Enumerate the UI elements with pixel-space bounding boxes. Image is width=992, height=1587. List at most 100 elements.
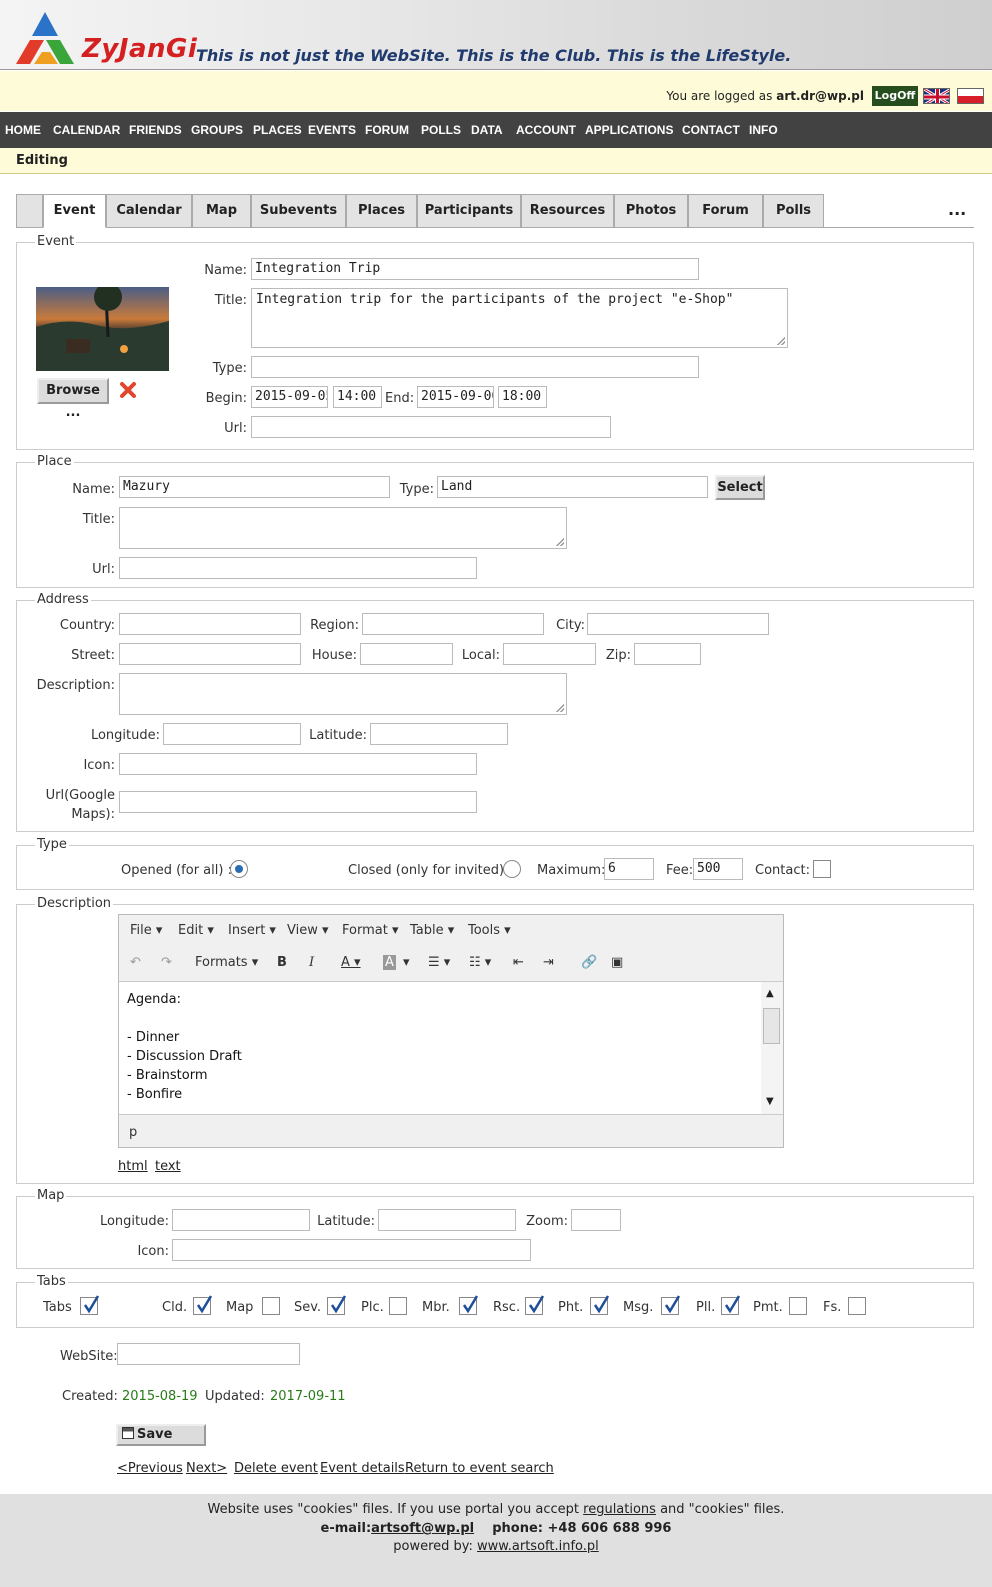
formats-dropdown[interactable]: Formats ▾ xyxy=(195,955,258,970)
menu-table[interactable]: Table ▾ xyxy=(410,923,454,938)
scroll-down-icon[interactable]: ▼ xyxy=(766,1096,774,1107)
address-latitude-input[interactable] xyxy=(370,723,508,745)
logoff-button[interactable]: LogOff xyxy=(872,86,918,106)
address-description-textarea[interactable] xyxy=(119,673,567,715)
address-icon-input[interactable] xyxy=(119,753,477,775)
map-latitude-input[interactable] xyxy=(378,1209,516,1231)
tab-places[interactable]: Places xyxy=(346,194,417,228)
tab-event[interactable]: Event xyxy=(43,194,106,228)
tab-toggle-checkbox-tabs[interactable] xyxy=(80,1295,100,1315)
resize-grip-icon[interactable] xyxy=(556,704,564,712)
place-url-input[interactable] xyxy=(119,557,477,579)
nav-data[interactable]: DATA xyxy=(471,112,503,148)
event-photo[interactable] xyxy=(36,287,169,371)
menu-view[interactable]: View ▾ xyxy=(287,923,329,938)
polish-flag-icon[interactable] xyxy=(957,88,984,104)
nav-forum[interactable]: FORUM xyxy=(365,112,409,148)
place-title-textarea[interactable] xyxy=(119,507,567,549)
nav-groups[interactable]: GROUPS xyxy=(191,112,243,148)
email-link[interactable]: artsoft@wp.pl xyxy=(371,1521,474,1536)
italic-icon[interactable]: I xyxy=(309,955,314,970)
tab-calendar[interactable]: Calendar xyxy=(106,194,192,228)
outdent-icon[interactable]: ⇤ xyxy=(513,955,524,970)
nav-events[interactable]: EVENTS xyxy=(308,112,356,148)
text-color-icon[interactable]: A ▾ xyxy=(341,955,361,970)
tab-toggle-checkbox-pll[interactable] xyxy=(721,1295,741,1315)
background-color-icon[interactable]: A xyxy=(383,955,396,970)
powered-link[interactable]: www.artsoft.info.pl xyxy=(477,1539,599,1554)
next-link[interactable]: Next> xyxy=(186,1461,227,1476)
nav-info[interactable]: INFO xyxy=(749,112,778,148)
google-maps-url-input[interactable] xyxy=(119,791,477,813)
tab-toggle-checkbox-pht[interactable] xyxy=(590,1295,610,1315)
tab-participants[interactable]: Participants xyxy=(417,194,521,228)
tab-toggle-checkbox-sev[interactable] xyxy=(327,1295,347,1315)
scroll-thumb[interactable] xyxy=(763,1008,780,1044)
tab-polls[interactable]: Polls xyxy=(763,194,824,228)
browse-button[interactable]: Browse ... xyxy=(37,378,109,420)
nav-places[interactable]: PLACES xyxy=(253,112,302,148)
map-longitude-input[interactable] xyxy=(172,1209,310,1231)
place-type-input[interactable]: Land xyxy=(437,476,708,498)
resize-grip-icon[interactable] xyxy=(777,337,785,345)
event-type-input[interactable] xyxy=(251,356,699,378)
editor-scrollbar[interactable]: ▲ ▼ xyxy=(761,981,783,1115)
nav-applications[interactable]: APPLICATIONS xyxy=(585,112,673,148)
tab-toggle-checkbox-plc[interactable] xyxy=(389,1297,407,1315)
event-title-textarea[interactable]: Integration trip for the participants of… xyxy=(251,288,788,348)
nav-home[interactable]: HOME xyxy=(5,112,41,148)
region-input[interactable] xyxy=(362,613,544,635)
bold-icon[interactable]: B xyxy=(277,955,287,970)
zip-input[interactable] xyxy=(634,643,701,665)
fee-input[interactable]: 500 xyxy=(693,858,743,880)
indent-icon[interactable]: ⇥ xyxy=(543,955,554,970)
nav-calendar[interactable]: CALENDAR xyxy=(53,112,120,148)
tabs-more-button[interactable]: ... xyxy=(948,200,966,219)
tab-resources[interactable]: Resources xyxy=(521,194,614,228)
menu-insert[interactable]: Insert ▾ xyxy=(228,923,276,938)
tab-photos[interactable]: Photos xyxy=(614,194,688,228)
previous-link[interactable]: <Previous xyxy=(117,1461,183,1476)
event-url-input[interactable] xyxy=(251,416,611,438)
nav-polls[interactable]: POLLS xyxy=(421,112,461,148)
scroll-up-icon[interactable]: ▲ xyxy=(766,988,774,999)
tab-toggle-checkbox-map[interactable] xyxy=(262,1297,280,1315)
place-name-input[interactable]: Mazury xyxy=(119,476,390,498)
tab-forum[interactable]: Forum xyxy=(688,194,763,228)
logo-icon[interactable] xyxy=(14,10,76,70)
tab-toggle-checkbox-mbr[interactable] xyxy=(459,1295,479,1315)
resize-grip-icon[interactable] xyxy=(556,538,564,546)
event-begin-date-input[interactable]: 2015-09-05 xyxy=(251,386,328,408)
english-flag-icon[interactable] xyxy=(923,88,950,104)
local-input[interactable] xyxy=(503,643,596,665)
event-name-input[interactable]: Integration Trip xyxy=(251,258,699,280)
return-to-search-link[interactable]: Return to event search xyxy=(405,1461,554,1476)
editor-content[interactable]: Agenda: - Dinner - Discussion Draft - Br… xyxy=(119,981,761,1115)
event-end-date-input[interactable]: 2015-09-06 xyxy=(417,386,494,408)
country-input[interactable] xyxy=(119,613,301,635)
save-button[interactable]: Save xyxy=(116,1424,206,1446)
street-input[interactable] xyxy=(119,643,301,665)
nav-friends[interactable]: FRIENDS xyxy=(129,112,182,148)
map-zoom-input[interactable] xyxy=(571,1209,621,1231)
background-color-dropdown-icon[interactable]: ▾ xyxy=(403,955,410,970)
regulations-link[interactable]: regulations xyxy=(583,1502,656,1517)
tab-toggle-checkbox-msg[interactable] xyxy=(661,1295,681,1315)
website-input[interactable] xyxy=(117,1343,300,1365)
text-mode-link[interactable]: text xyxy=(155,1159,181,1174)
bullet-list-icon[interactable]: ☰ ▾ xyxy=(428,955,450,970)
numbered-list-icon[interactable]: ☷ ▾ xyxy=(469,955,491,970)
menu-file[interactable]: File ▾ xyxy=(130,923,162,938)
event-begin-time-input[interactable]: 14:00 xyxy=(333,386,382,408)
tab-map[interactable]: Map xyxy=(192,194,251,228)
tab-subevents[interactable]: Subevents xyxy=(251,194,346,228)
select-place-button[interactable]: Select xyxy=(715,475,765,500)
address-longitude-input[interactable] xyxy=(163,723,301,745)
html-mode-link[interactable]: html xyxy=(118,1159,148,1174)
maximum-input[interactable]: 6 xyxy=(604,858,654,880)
map-icon-input[interactable] xyxy=(172,1239,531,1261)
menu-edit[interactable]: Edit ▾ xyxy=(178,923,214,938)
nav-account[interactable]: ACCOUNT xyxy=(516,112,576,148)
delete-event-link[interactable]: Delete event xyxy=(234,1461,318,1476)
event-end-time-input[interactable]: 18:00 xyxy=(498,386,547,408)
